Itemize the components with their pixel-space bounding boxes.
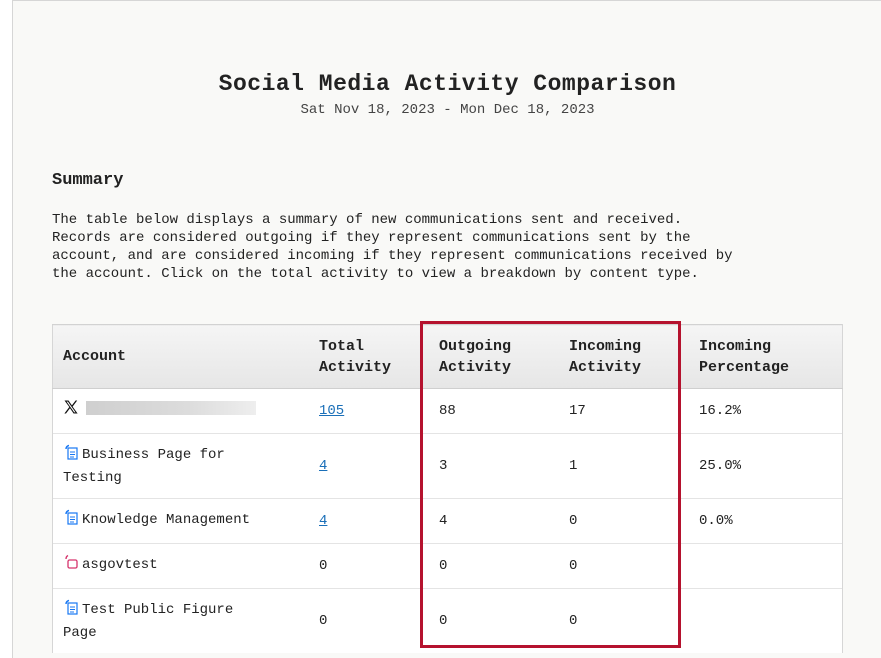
account-name: Business Page for Testing bbox=[63, 446, 225, 486]
incoming-percentage-cell: 16.2% bbox=[689, 388, 843, 434]
summary-heading: Summary bbox=[52, 171, 124, 190]
date-range: Sat Nov 18, 2023 - Mon Dec 18, 2023 bbox=[300, 102, 595, 118]
outgoing-activity-cell: 0 bbox=[429, 588, 559, 653]
incoming-activity-cell: 17 bbox=[559, 388, 689, 434]
account-cell: Knowledge Management bbox=[52, 498, 309, 544]
instagram-icon bbox=[63, 554, 79, 578]
incoming-percentage-cell bbox=[689, 543, 843, 589]
column-header-total-activity[interactable]: Total Activity bbox=[309, 324, 429, 389]
table-row: 105 88 17 16.2% bbox=[52, 388, 843, 434]
total-activity-cell: 4 bbox=[309, 498, 429, 544]
facebook-page-icon bbox=[63, 509, 79, 533]
total-activity-link[interactable]: 4 bbox=[319, 513, 327, 529]
account-cell: Business Page for Testing bbox=[52, 433, 309, 499]
page-title: Social Media Activity Comparison bbox=[218, 71, 677, 97]
incoming-activity-cell: 0 bbox=[559, 498, 689, 544]
column-header-account[interactable]: Account bbox=[52, 324, 309, 389]
column-header-incoming-activity[interactable]: Incoming Activity bbox=[559, 324, 689, 389]
facebook-page-icon bbox=[63, 444, 79, 468]
column-header-outgoing-activity[interactable]: Outgoing Activity bbox=[429, 324, 559, 389]
summary-description: The table below displays a summary of ne… bbox=[52, 212, 733, 282]
table-row: asgovtest 0 0 0 bbox=[52, 543, 843, 589]
incoming-activity-cell: 0 bbox=[559, 588, 689, 653]
outgoing-activity-cell: 3 bbox=[429, 433, 559, 499]
outgoing-activity-cell: 88 bbox=[429, 388, 559, 434]
total-activity-cell: 0 bbox=[309, 588, 429, 653]
outgoing-activity-cell: 4 bbox=[429, 498, 559, 544]
account-name: Test Public Figure Page bbox=[63, 601, 234, 641]
table-row: Knowledge Management 4 4 0 0.0% bbox=[52, 498, 843, 544]
outgoing-activity-cell: 0 bbox=[429, 543, 559, 589]
column-header-incoming-percentage[interactable]: Incoming Percentage bbox=[689, 324, 843, 389]
total-activity-cell: 105 bbox=[309, 388, 429, 434]
table-row: Test Public Figure Page 0 0 0 bbox=[52, 588, 843, 653]
account-name: asgovtest bbox=[82, 557, 158, 573]
total-activity-link[interactable]: 105 bbox=[319, 403, 344, 419]
table-row: Business Page for Testing 4 3 1 25.0% bbox=[52, 433, 843, 499]
account-name: Knowledge Management bbox=[82, 512, 251, 528]
table-header-row: Account Total Activity Outgoing Activity… bbox=[52, 324, 843, 389]
x-logo-icon bbox=[63, 399, 79, 423]
total-activity-link[interactable]: 4 bbox=[319, 458, 327, 474]
incoming-percentage-cell: 0.0% bbox=[689, 498, 843, 544]
account-cell bbox=[52, 388, 309, 434]
summary-table: Account Total Activity Outgoing Activity… bbox=[52, 324, 843, 653]
facebook-page-icon bbox=[63, 599, 79, 623]
redacted-account-name bbox=[86, 401, 256, 415]
incoming-percentage-cell: 25.0% bbox=[689, 433, 843, 499]
account-cell: Test Public Figure Page bbox=[52, 588, 309, 653]
incoming-percentage-cell bbox=[689, 588, 843, 653]
total-activity-cell: 4 bbox=[309, 433, 429, 499]
account-cell: asgovtest bbox=[52, 543, 309, 589]
incoming-activity-cell: 1 bbox=[559, 433, 689, 499]
total-activity-cell: 0 bbox=[309, 543, 429, 589]
incoming-activity-cell: 0 bbox=[559, 543, 689, 589]
